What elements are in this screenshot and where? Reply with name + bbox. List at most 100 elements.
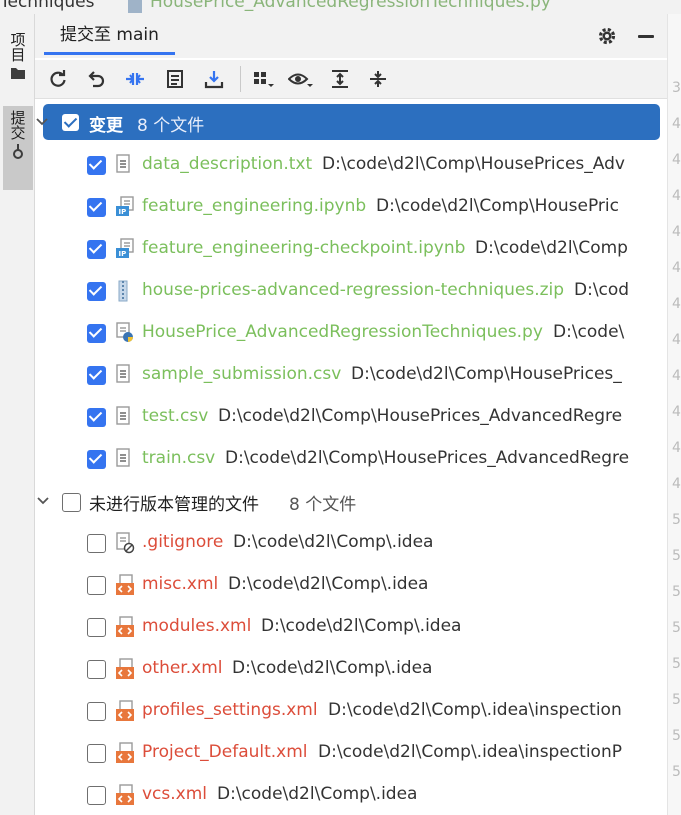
xml-file-icon	[115, 658, 135, 680]
file-row[interactable]: sample_submission.csv D:\code\d2l\Comp\Ho…	[35, 354, 667, 396]
file-name: test.csv	[142, 406, 209, 426]
file-path: D:\cod	[574, 280, 630, 300]
file-row[interactable]: test.csv D:\code\d2l\Comp\HousePrices_Adv…	[35, 396, 667, 438]
file-row[interactable]: profiles_settings.xml D:\code\d2l\Comp\.i…	[35, 690, 667, 732]
left-tool-stripe: 项目 提交	[0, 14, 35, 815]
tab-commit-to-main[interactable]: 提交至 main	[44, 18, 175, 55]
file-checkbox[interactable]	[87, 198, 106, 217]
expand-all-icon[interactable]	[327, 67, 353, 91]
gutter-line-number: 4	[672, 224, 681, 240]
file-row[interactable]: IP feature_engineering-checkpoint.ipynb D:…	[35, 228, 667, 270]
diff-icon[interactable]	[122, 67, 148, 91]
file-row[interactable]: other.xml D:\code\d2l\Comp\.idea	[35, 648, 667, 690]
file-name: feature_engineering.ipynb	[142, 196, 367, 216]
file-row[interactable]: train.csv D:\code\d2l\Comp\HousePrices_Ad…	[35, 438, 667, 480]
file-row[interactable]: .gitignore D:\code\d2l\Comp\.idea	[35, 522, 667, 564]
gutter-line-number: 4	[672, 404, 681, 420]
gutter-line-number: 5	[672, 512, 681, 528]
file-row[interactable]: vcs.xml D:\code\d2l\Comp\.idea	[35, 774, 667, 815]
file-checkbox[interactable]	[87, 450, 106, 469]
file-row[interactable]: Project_Default.xml D:\code\d2l\Comp\.ide…	[35, 732, 667, 774]
shelve-icon[interactable]	[163, 67, 189, 91]
file-row[interactable]: HousePrice_AdvancedRegressionTechniques.…	[35, 312, 667, 354]
chevron-down-icon[interactable]	[35, 101, 49, 143]
chevron-down-icon[interactable]	[36, 480, 50, 522]
text-file-icon	[115, 448, 135, 470]
file-name: train.csv	[142, 448, 216, 468]
file-path: D:\code\d2l\Comp\.idea	[217, 784, 418, 804]
changes-group-checkbox[interactable]	[62, 114, 79, 131]
file-path: D:\code\	[553, 322, 625, 342]
file-checkbox[interactable]	[87, 576, 106, 595]
file-name: vcs.xml	[142, 784, 208, 804]
collapse-all-icon[interactable]	[365, 67, 391, 91]
window-title: Techniques	[0, 0, 95, 12]
file-checkbox[interactable]	[87, 282, 106, 301]
window-title-strip: Techniques HousePrice_AdvancedRegression…	[0, 0, 681, 14]
file-checkbox[interactable]	[87, 240, 106, 259]
file-row[interactable]: IP feature_engineering.ipynb D:\code\d2l\C…	[35, 186, 667, 228]
file-path: D:\code\d2l\Comp\HousePrices_AdvancedReg…	[225, 448, 630, 468]
file-name: feature_engineering-checkpoint.ipynb	[142, 238, 466, 258]
minimize-icon[interactable]	[638, 35, 654, 38]
xml-file-icon	[115, 742, 135, 764]
gutter-line-number: 5	[672, 728, 681, 744]
xml-file-icon	[115, 616, 135, 638]
file-path: D:\code\d2l\Comp\HousePrices_AdvancedReg…	[218, 406, 623, 426]
file-name: .gitignore	[142, 532, 224, 552]
file-path: D:\code\d2l\Comp\.idea	[232, 658, 433, 678]
project-tool-tab[interactable]: 项目	[3, 28, 33, 104]
file-name: Project_Default.xml	[142, 742, 308, 762]
commit-toolbar	[35, 60, 667, 99]
gear-icon[interactable]	[596, 25, 618, 47]
commit-tool-tab[interactable]: 提交	[3, 106, 33, 190]
file-row[interactable]: data_description.txt D:\code\d2l\Comp\Hou…	[35, 144, 667, 186]
unversioned-group-count: 8 个文件	[289, 495, 357, 515]
file-path: D:\code\d2l\Comp\.idea	[261, 616, 462, 636]
file-checkbox[interactable]	[87, 408, 106, 427]
folder-icon	[11, 68, 25, 79]
file-path: D:\code\d2l\Comp\HousePric	[376, 196, 619, 216]
unversioned-group-label: 未进行版本管理的文件	[89, 495, 259, 515]
group-by-icon[interactable]	[251, 67, 277, 91]
changes-group-row[interactable]: 变更 8 个文件	[36, 104, 660, 140]
file-row[interactable]: modules.xml D:\code\d2l\Comp\.idea	[35, 606, 667, 648]
file-checkbox[interactable]	[87, 366, 106, 385]
file-name: HousePrice_AdvancedRegressionTechniques.…	[142, 322, 543, 342]
changes-group-label: 变更	[89, 116, 123, 136]
xml-file-icon	[115, 574, 135, 596]
editor-gutter-edge: 3 4 4 4 4 4 4 4 4 4 4 4 5 5 5 5 5 5 5 5	[667, 14, 681, 815]
gutter-line-number: 4	[672, 332, 681, 348]
file-checkbox[interactable]	[87, 660, 106, 679]
gutter-line-number: 5	[672, 764, 681, 780]
unversioned-group-checkbox[interactable]	[62, 493, 81, 512]
file-name: data_description.txt	[142, 154, 313, 174]
refresh-icon[interactable]	[45, 67, 71, 91]
rollback-icon[interactable]	[83, 67, 109, 91]
file-path: D:\code\d2l\Comp\HousePrices_Adv	[322, 154, 625, 174]
toolbar-separator	[240, 66, 241, 92]
file-checkbox[interactable]	[87, 156, 106, 175]
gutter-line-number: 4	[672, 296, 681, 312]
view-options-icon[interactable]	[288, 67, 314, 91]
update-icon[interactable]	[201, 67, 227, 91]
ignore-file-icon	[115, 532, 135, 554]
file-name: house-prices-advanced-regression-techniq…	[142, 280, 565, 300]
gutter-line-number: 5	[672, 584, 681, 600]
file-checkbox[interactable]	[87, 534, 106, 553]
unversioned-group-row[interactable]: 未进行版本管理的文件 8 个文件	[35, 480, 667, 522]
file-checkbox[interactable]	[87, 744, 106, 763]
file-row[interactable]: misc.xml D:\code\d2l\Comp\.idea	[35, 564, 667, 606]
gutter-line-number: 3	[672, 80, 681, 96]
file-row[interactable]: house-prices-advanced-regression-techniq…	[35, 270, 667, 312]
file-checkbox[interactable]	[87, 324, 106, 343]
file-name: other.xml	[142, 658, 223, 678]
xml-file-icon	[115, 784, 135, 806]
python-file-icon	[128, 0, 142, 13]
file-name: misc.xml	[142, 574, 219, 594]
file-checkbox[interactable]	[87, 786, 106, 805]
archive-file-icon	[115, 280, 135, 302]
file-checkbox[interactable]	[87, 618, 106, 637]
file-checkbox[interactable]	[87, 702, 106, 721]
gutter-line-number: 4	[672, 188, 681, 204]
